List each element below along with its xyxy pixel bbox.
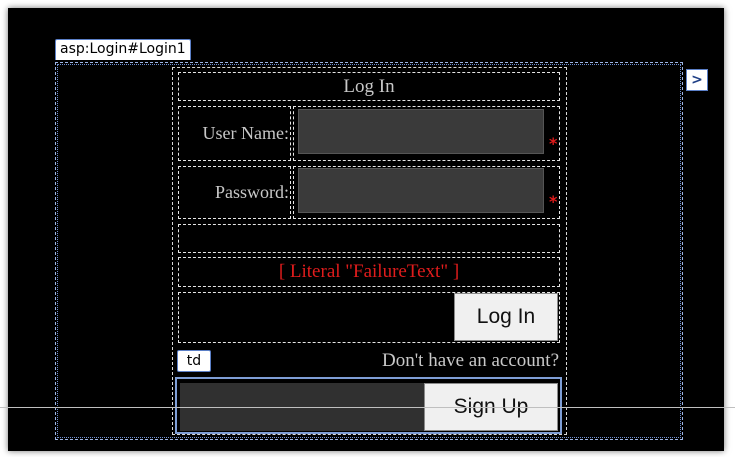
smart-tag-chevron-icon[interactable]: > bbox=[686, 69, 708, 91]
td-tag-label[interactable]: td bbox=[177, 350, 211, 372]
password-input[interactable] bbox=[298, 168, 544, 213]
login-title: Log In bbox=[178, 72, 560, 101]
password-label: Password: bbox=[178, 166, 291, 219]
horizontal-guide-line bbox=[0, 407, 735, 408]
control-tag-label[interactable]: asp:Login#Login1 bbox=[55, 39, 191, 60]
username-label: User Name: bbox=[178, 106, 291, 161]
no-account-prompt: Don't have an account? bbox=[213, 348, 560, 374]
empty-row-cell bbox=[178, 224, 560, 253]
failure-text-literal: [ Literal "FailureText" ] bbox=[178, 257, 560, 287]
login-button[interactable]: Log In bbox=[454, 293, 558, 341]
designer-view: asp:Login#Login1 > Log In User Name: * P… bbox=[0, 0, 735, 457]
username-input[interactable] bbox=[298, 109, 544, 154]
password-required-marker: * bbox=[549, 192, 558, 211]
username-required-marker: * bbox=[549, 134, 558, 153]
